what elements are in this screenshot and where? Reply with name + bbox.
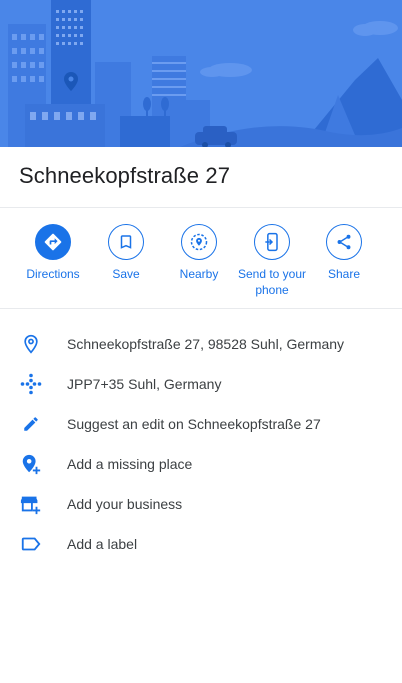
add-missing-place-row[interactable]: Add a missing place — [0, 444, 402, 484]
add-label-text: Add a label — [67, 536, 138, 552]
place-title: Schneekopfstraße 27 — [19, 163, 231, 188]
location-pin-icon — [19, 332, 43, 356]
hero-illustration — [0, 0, 402, 147]
pencil-icon — [19, 412, 43, 436]
divider — [0, 207, 402, 208]
nearby-button[interactable]: Nearby — [159, 224, 239, 282]
save-button[interactable]: Save — [86, 224, 166, 282]
add-place-icon — [19, 452, 43, 476]
plus-code-text: JPP7+35 Suhl, Germany — [67, 376, 222, 392]
nearby-label: Nearby — [179, 267, 219, 281]
plus-code-icon — [19, 372, 43, 396]
share-icon — [326, 224, 362, 260]
address-row[interactable]: Schneekopfstraße 27, 98528 Suhl, Germany — [0, 324, 402, 364]
suggest-edit-text: Suggest an edit on Schneekopfstraße 27 — [67, 416, 321, 432]
bookmark-icon — [108, 224, 144, 260]
add-business-row[interactable]: Add your business — [0, 484, 402, 524]
share-button[interactable]: Share — [304, 224, 384, 282]
label-icon — [19, 532, 43, 556]
suggest-edit-row[interactable]: Suggest an edit on Schneekopfstraße 27 — [0, 404, 402, 444]
save-label: Save — [112, 267, 140, 281]
add-label-row[interactable]: Add a label — [0, 524, 402, 564]
nearby-icon — [181, 224, 217, 260]
directions-label: Directions — [26, 267, 80, 281]
address-text: Schneekopfstraße 27, 98528 Suhl, Germany — [67, 336, 345, 352]
plus-code-row[interactable]: JPP7+35 Suhl, Germany — [0, 364, 402, 404]
directions-icon — [35, 224, 71, 260]
send-to-phone-icon — [254, 224, 290, 260]
add-business-icon — [19, 492, 43, 516]
action-bar: Directions Save Nearby Send to your phon… — [0, 224, 402, 304]
send-to-phone-button[interactable]: Send to your phone — [232, 224, 312, 298]
add-business-text: Add your business — [67, 496, 183, 512]
directions-button[interactable]: Directions — [13, 224, 93, 282]
add-missing-place-text: Add a missing place — [67, 456, 193, 472]
share-label: Share — [327, 267, 361, 281]
divider — [0, 308, 402, 309]
send-to-phone-label: Send to your phone — [237, 267, 307, 297]
